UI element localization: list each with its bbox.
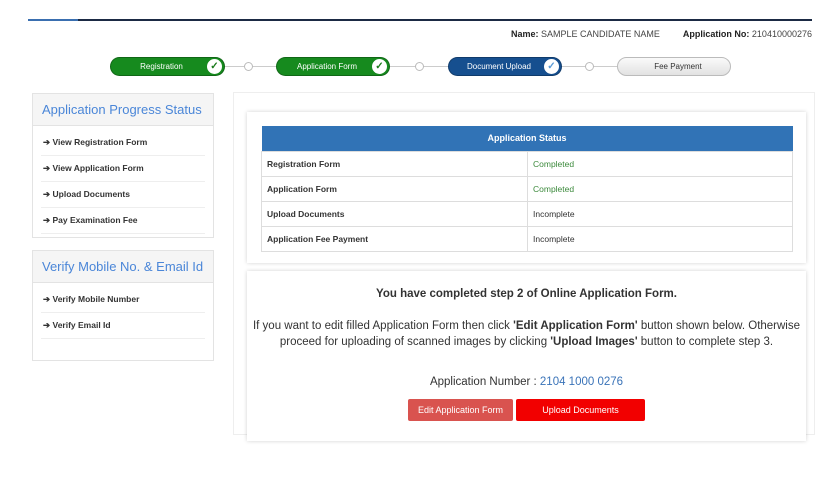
row-item: Upload Documents — [261, 200, 528, 227]
verify-panel: Verify Mobile No. & Email Id ➔ Verify Mo… — [32, 250, 214, 361]
candidate-info: Name: SAMPLE CANDIDATE NAME Application … — [511, 29, 812, 39]
row-status: Incomplete — [527, 225, 793, 252]
step-application-form[interactable]: Application Form ✓ — [276, 57, 390, 76]
link-label: Pay Examination Fee — [52, 215, 138, 225]
step-dot — [244, 62, 253, 71]
arrow-right-icon: ➔ — [43, 215, 51, 225]
link-label: View Registration Form — [52, 137, 148, 147]
name-label: Name: — [510, 29, 539, 39]
check-icon: ✓ — [207, 59, 222, 74]
arrow-right-icon: ➔ — [43, 189, 51, 199]
instructions-text: If you want to edit filled Application F… — [252, 319, 801, 350]
arrow-right-icon: ➔ — [43, 163, 51, 173]
table-row: Upload Documents Incomplete — [261, 200, 793, 227]
check-icon: ✓ — [372, 59, 387, 74]
step-document-upload[interactable]: Document Upload ✓ — [448, 57, 562, 76]
panel-title: Application Progress Status — [33, 94, 213, 126]
sidebar-link-upload-documents[interactable]: ➔ Upload Documents — [41, 182, 205, 208]
step-fee-payment[interactable]: Fee Payment — [617, 57, 731, 76]
application-number: Application Number : 2104 1000 0276 — [247, 375, 806, 391]
table-row: Application Fee Payment Incomplete — [261, 225, 793, 252]
progress-status-panel: Application Progress Status ➔ View Regis… — [32, 93, 214, 238]
status-card: Application Status Registration Form Comp… — [247, 112, 806, 263]
candidate-name: SAMPLE CANDIDATE NAME — [541, 29, 660, 39]
text-bold: 'Upload Images' — [550, 335, 638, 348]
sidebar-link-view-registration[interactable]: ➔ View Registration Form — [41, 130, 205, 156]
link-label: Verify Mobile Number — [52, 294, 140, 304]
upload-documents-button[interactable]: Upload Documents — [516, 399, 645, 421]
row-status: Incomplete — [527, 200, 793, 227]
sidebar-link-view-application[interactable]: ➔ View Application Form — [41, 156, 205, 182]
step-registration[interactable]: Registration ✓ — [110, 57, 225, 76]
header-divider-accent — [28, 19, 78, 21]
link-label: Verify Email Id — [52, 320, 111, 330]
sidebar-link-verify-mobile[interactable]: ➔ Verify Mobile Number — [41, 287, 205, 313]
header-divider — [28, 19, 812, 21]
link-label: View Application Form — [52, 163, 144, 173]
arrow-right-icon: ➔ — [43, 294, 51, 304]
step-label: Fee Payment — [654, 62, 702, 71]
text-part: button to complete step 3. — [637, 335, 774, 348]
application-no-label: Application No: — [682, 29, 750, 39]
table-header: Application Status — [261, 126, 793, 151]
link-label: Upload Documents — [52, 189, 130, 199]
step-dot — [585, 62, 594, 71]
sidebar-link-verify-email[interactable]: ➔ Verify Email Id — [41, 313, 205, 339]
table-row: Application Form Completed — [261, 175, 793, 202]
row-item: Application Fee Payment — [261, 225, 528, 252]
table-row: Registration Form Completed — [261, 150, 793, 177]
application-status-table: Application Status Registration Form Comp… — [261, 126, 793, 252]
step-dot — [415, 62, 424, 71]
row-status: Completed — [527, 150, 793, 177]
check-icon: ✓ — [544, 59, 559, 74]
completion-heading: You have completed step 2 of Online Appl… — [376, 288, 677, 300]
panel-title: Verify Mobile No. & Email Id — [33, 251, 213, 283]
application-number-label: Application Number : — [429, 376, 540, 388]
application-number-value: 2104 1000 0276 — [539, 376, 624, 388]
application-no-value: 210410000276 — [751, 29, 812, 39]
row-status: Completed — [527, 175, 793, 202]
text-part: If you want to edit filled Application F… — [252, 320, 514, 332]
sidebar-link-pay-fee[interactable]: ➔ Pay Examination Fee — [41, 208, 205, 234]
arrow-right-icon: ➔ — [43, 137, 51, 147]
row-item: Registration Form — [261, 150, 528, 177]
row-item: Application Form — [261, 175, 528, 202]
arrow-right-icon: ➔ — [43, 320, 51, 330]
text-bold: 'Edit Application Form' — [513, 320, 638, 332]
edit-application-form-button[interactable]: Edit Application Form — [408, 399, 513, 421]
